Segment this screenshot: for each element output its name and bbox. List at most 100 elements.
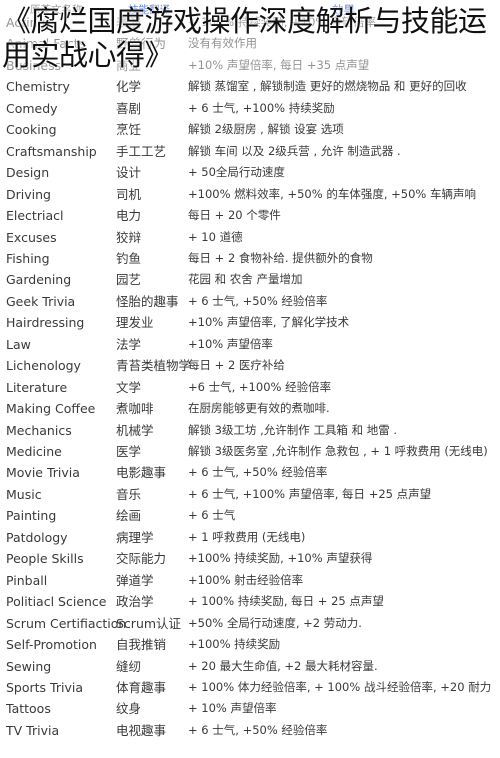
table-row: Comedy 喜剧 + 6 士气, +100% 持续奖励 [0, 98, 500, 120]
skill-english-name: Craftsmanship [6, 143, 97, 159]
skill-effect: 每日 + 20 个零件 [188, 208, 281, 223]
skill-english-name: Pinball [6, 572, 48, 588]
skill-english-name: Literature [6, 379, 68, 395]
skill-chinese-name: 园艺 [116, 272, 142, 288]
skill-english-name: Mechanics [6, 422, 72, 438]
skill-english-name: Excuses [6, 229, 57, 245]
skill-chinese-name: 烹饪 [116, 122, 142, 138]
skill-chinese-name: 手工工艺 [116, 143, 167, 159]
skill-effect: 解锁 蒸馏室 , 解锁制造 更好的燃烧物品 和 更好的回收 [188, 79, 467, 94]
skill-chinese-name: 煮咖啡 [116, 401, 154, 417]
skill-chinese-name: 自我推销 [116, 637, 167, 653]
skill-english-name: Chemistry [6, 79, 70, 95]
skill-english-name: Music [6, 486, 42, 502]
skill-english-name: Driving [6, 186, 51, 202]
skill-english-name: Scrum Certifiaction [6, 615, 127, 631]
skill-chinese-name: 医学 [116, 444, 142, 459]
skill-effect: +50% 全局行动速度, +2 劳动力. [188, 615, 362, 630]
table-row: Tattoos 纹身 + 10% 声望倍率 [0, 698, 500, 720]
skill-chinese-name: 缝纫 [116, 658, 142, 674]
skill-chinese-name: 弹道学 [116, 572, 154, 588]
skill-effect: 花园 和 农舍 产量增加 [188, 272, 303, 287]
skill-effect: +100% 燃料效率, +50% 的车体强度, +50% 车辆声响 [188, 186, 476, 201]
skill-chinese-name: Scrum认证 [116, 615, 182, 631]
skill-chinese-name: 化学 [116, 79, 142, 95]
table-row: Geek Trivia 怪胎的趣事 + 6 士气, +50% 经验倍率 [0, 291, 500, 313]
skill-effect: + 6 士气, +50% 经验倍率 [188, 293, 328, 308]
skill-effect: 解锁 车间 以及 2级兵营 , 允许 制造武器 . [188, 143, 401, 158]
skill-effect: + 1 呼救费用 (无线电) [188, 529, 306, 544]
skill-effect: + 6 士气, +100% 持续奖励 [188, 100, 335, 115]
skill-english-name: Sports Trivia [6, 679, 83, 695]
skill-effect: +100% 持续奖励 [188, 637, 281, 652]
table-row: Craftsmanship 手工工艺 解锁 车间 以及 2级兵营 , 允许 制造武器… [0, 141, 500, 163]
table-row: Chemistry 化学 解锁 蒸馏室 , 解锁制造 更好的燃烧物品 和 更好的回收 [0, 76, 500, 98]
table-row: Excuses 狡辩 + 10 道德 [0, 227, 500, 249]
table-row: Medicine 医学 解锁 3级医务室 ,允许制作 急救包 , + 1 呼救费用 … [0, 441, 500, 463]
skill-chinese-name: 电视趣事 [116, 722, 167, 738]
table-row: Design 设计 + 50全局行动速度 [0, 162, 500, 184]
table-row: Sports Trivia 体育趣事 + 100% 体力经验倍率, + 100% 战… [0, 677, 500, 699]
table-row: Pinball 弹道学 +100% 射击经验倍率 [0, 570, 500, 592]
skill-english-name: Tattoos [6, 701, 51, 717]
skill-chinese-name: 电力 [116, 208, 142, 224]
skill-english-name: Sewing [6, 658, 52, 674]
skill-chinese-name: 设计 [116, 165, 142, 181]
skill-chinese-name: 音乐 [116, 486, 142, 502]
skill-effect: +10% 声望倍率 [188, 336, 273, 351]
table-row: Sewing 缝纫 + 20 最大生命值, +2 最大耗材容量. [0, 656, 500, 678]
skill-english-name: Self-Promotion [6, 637, 97, 653]
skill-chinese-name: 电影趣事 [116, 465, 167, 481]
skill-effect: +100% 射击经验倍率 [188, 572, 304, 587]
skill-chinese-name: 纹身 [116, 701, 142, 717]
skill-english-name: Politiacl Science [6, 594, 107, 610]
skill-english-name: Design [6, 165, 50, 181]
skill-chinese-name: 钓鱼 [116, 250, 142, 266]
skill-english-name: Geek Trivia [6, 293, 76, 309]
skill-chinese-name: 病理学 [116, 529, 154, 545]
skill-effect: 每日 + 2 医疗补给 [188, 358, 285, 373]
skill-english-name: Fishing [6, 250, 50, 266]
skill-chinese-name: 狡辩 [116, 229, 142, 245]
page-title: 《腐烂国度游戏操作深度解析与技能运用实战心得》 [2, 4, 487, 72]
skill-effect: + 100% 体力经验倍率, + 100% 战斗经验倍率, +20 耐力 [188, 679, 492, 694]
skill-english-name: Comedy [6, 100, 58, 116]
table-row: Law 法学 +10% 声望倍率 [0, 334, 500, 356]
skill-english-name: TV Trivia [6, 722, 60, 738]
skill-english-name: Medicine [6, 444, 62, 459]
table-row: Gardening 园艺 花园 和 农舍 产量增加 [0, 269, 500, 291]
table-row: Literature 文学 +6 士气, +100% 经验倍率 [0, 377, 500, 399]
skill-english-name: Cooking [6, 122, 57, 138]
skill-english-name: Patdology [6, 529, 68, 545]
table-row: Electriacl 电力 每日 + 20 个零件 [0, 205, 500, 227]
skill-effect: 解锁 2级厨房 , 解锁 设宴 选项 [188, 122, 344, 137]
table-row: TV Trivia 电视趣事 + 6 士气, +50% 经验倍率 [0, 720, 500, 742]
skill-effect: +6 士气, +100% 经验倍率 [188, 379, 332, 394]
skill-english-name: Movie Trivia [6, 465, 80, 481]
table-row: Cooking 烹饪 解锁 2级厨房 , 解锁 设宴 选项 [0, 119, 500, 141]
skill-chinese-name: 绘画 [116, 508, 142, 524]
skill-effect: + 6 士气, +50% 经验倍率 [188, 465, 328, 480]
skill-chinese-name: 文学 [116, 379, 142, 395]
skill-effect: +100% 持续奖励, +10% 声望获得 [188, 551, 373, 566]
skill-effect: + 6 士气, +50% 经验倍率 [188, 722, 328, 737]
table-row: Scrum Certifiaction Scrum认证 +50% 全局行动速度, +… [0, 613, 500, 635]
skill-effect: 解锁 3级医务室 ,允许制作 急救包 , + 1 呼救费用 (无线电) [188, 444, 488, 458]
skill-effect: + 50全局行动速度 [188, 165, 285, 180]
table-row: Music 音乐 + 6 士气, +100% 声望倍率, 每日 +25 点声望 [0, 484, 500, 506]
skill-effect: + 100% 持续奖励, 每日 + 25 点声望 [188, 594, 384, 609]
skill-chinese-name: 青苔类植物学 [116, 358, 192, 374]
table-row: People Skills 交际能力 +100% 持续奖励, +10% 声望获得 [0, 548, 500, 570]
skill-chinese-name: 理发业 [116, 315, 154, 331]
skill-chinese-name: 体育趣事 [116, 679, 167, 695]
skill-chinese-name: 交际能力 [116, 551, 167, 567]
skill-effect: 每日 + 2 食物补给. 提供额外的食物 [188, 250, 373, 265]
table-row: Fishing 钓鱼 每日 + 2 食物补给. 提供额外的食物 [0, 248, 500, 270]
table-row: Patdology 病理学 + 1 呼救费用 (无线电) [0, 527, 500, 549]
skill-english-name: Hairdressing [6, 315, 85, 331]
skill-chinese-name: 机械学 [116, 422, 154, 438]
skill-english-name: Electriacl [6, 208, 64, 224]
table-row: Making Coffee 煮咖啡 在厨房能够更有效的煮咖啡. [0, 398, 500, 420]
skill-english-name: Gardening [6, 272, 72, 288]
skill-english-name: Painting [6, 508, 57, 524]
